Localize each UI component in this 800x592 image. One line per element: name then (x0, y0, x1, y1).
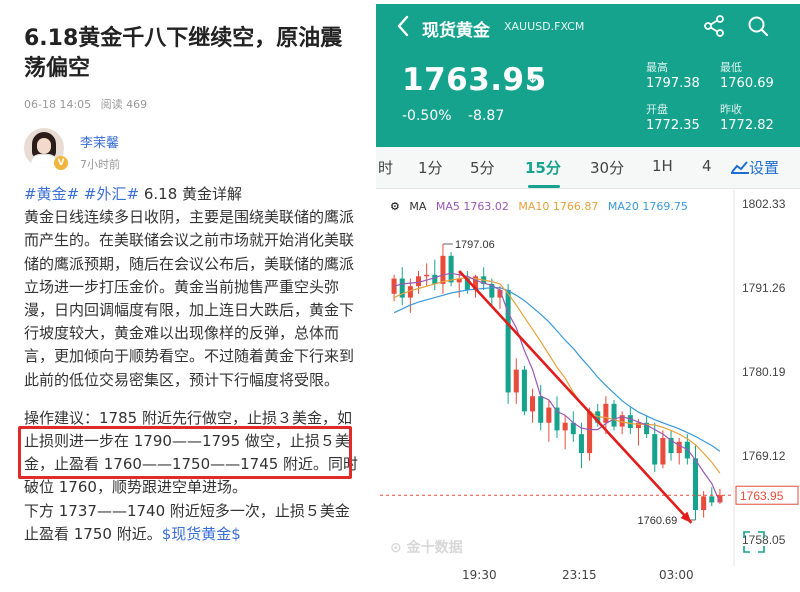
author-name[interactable]: 李茉馨 (80, 132, 119, 151)
current-price-tag-label: 1763.95 (740, 489, 784, 503)
change-absolute: -8.87 (468, 108, 505, 124)
watermark: ⊙ 金十数据 (390, 539, 463, 556)
open-label: 开盘 (646, 103, 668, 116)
quote-header: 现货黄金 XAUUSD.FXCM 1763.95 ↓ -0.50% -8.87 … (376, 4, 800, 147)
low-value: 1760.69 (720, 76, 774, 91)
candle-body (521, 369, 527, 412)
article-body: #黄金# #外汇# 6.18 黄金详解 黄金日线连续多日收阴，主要是围绕美联储的… (24, 183, 364, 546)
x-tick-0300: 03:00 (659, 568, 694, 582)
prev-close-label: 昨收 (720, 103, 742, 116)
current-price: 1763.95 (402, 62, 547, 98)
candle-body (676, 441, 682, 454)
search-icon[interactable] (746, 14, 770, 38)
candle-body (627, 415, 633, 429)
tab-15m[interactable]: 15分 (525, 157, 561, 178)
candle-body (546, 407, 552, 423)
candle-body (603, 403, 609, 423)
candle-body (505, 289, 511, 393)
prev-close-value: 1772.82 (720, 118, 774, 133)
tab-timeshare[interactable]: 时 (378, 157, 393, 178)
high-value: 1797.38 (646, 76, 700, 91)
author-time: 7小时前 (80, 158, 120, 171)
tab-4h[interactable]: 4 (702, 157, 712, 175)
y-tick-label: 1780.19 (742, 365, 786, 379)
candle-body (578, 434, 584, 454)
candle-body (424, 274, 430, 277)
x-tick-1930: 19:30 (462, 568, 497, 582)
highlight-box (18, 426, 352, 479)
candle-body (415, 276, 422, 287)
candle-body (432, 274, 438, 284)
chart-settings-button[interactable]: 设置 (731, 157, 779, 178)
instrument-title: 现货黄金 (422, 21, 490, 41)
article-date: 06-18 14:05 (24, 98, 92, 111)
y-tick-label: 1769.12 (742, 449, 786, 463)
candle-body (587, 411, 593, 454)
arrow-down-icon: ↓ (526, 68, 540, 87)
article-title: 6.18黄金千八下继续空，原油震荡偏空 (24, 26, 343, 81)
verified-badge-icon: V (54, 156, 68, 170)
candle-body (652, 434, 658, 465)
article-meta: 06-18 14:05 阅读 469 (24, 96, 153, 112)
candle-body (448, 255, 454, 283)
low-annotation: 1760.69 (637, 515, 677, 527)
candle-body (660, 437, 666, 465)
y-tick-label: 1802.33 (742, 197, 786, 211)
candle-body (538, 396, 544, 423)
instrument-symbol: XAUUSD.FXCM (504, 20, 585, 33)
candle-body (530, 396, 536, 412)
candle-body (513, 369, 519, 393)
tab-1m[interactable]: 1分 (418, 157, 443, 178)
high-label: 最高 (646, 61, 668, 74)
candlestick-chart[interactable]: 1802.331791.261780.191769.121758.05⊙ 金十数… (376, 190, 800, 566)
tab-5m[interactable]: 5分 (470, 157, 495, 178)
tab-1h[interactable]: 1H (652, 157, 673, 175)
candle-body (701, 496, 707, 511)
high-annotation: 1797.06 (455, 239, 495, 251)
open-value: 1772.35 (646, 118, 700, 133)
article-paragraph-1: 黄金日线连续多日收阴，主要是围绕美联储的鹰派而产生的。在美联储会议之前市场就开始… (24, 208, 355, 389)
share-icon[interactable] (702, 14, 726, 38)
candle-body (709, 496, 715, 503)
tab-30m[interactable]: 30分 (590, 157, 624, 178)
chevron-left-icon[interactable] (396, 14, 410, 44)
tag-spot-gold[interactable]: $现货黄金$ (162, 525, 241, 543)
low-label: 最低 (720, 61, 742, 74)
y-tick-label: 1791.26 (742, 281, 786, 295)
tag-gold[interactable]: #黄金# (24, 185, 79, 203)
settings-label: 设置 (749, 159, 780, 177)
ma5-line (393, 272, 721, 503)
tag-forex[interactable]: #外汇# (84, 185, 139, 203)
active-tab-indicator (528, 185, 560, 188)
article-reads: 阅读 469 (100, 98, 148, 111)
change-percent: -0.50% (402, 108, 452, 124)
trend-arrow-line (458, 270, 693, 524)
candle-body (611, 403, 617, 427)
candle-body (440, 255, 446, 284)
x-tick-2315: 23:15 (562, 568, 597, 582)
article-heading: 6.18 黄金详解 (143, 185, 243, 203)
candle-body (692, 458, 699, 511)
timeframe-tabs: 时 1分 5分 15分 30分 1H 4 设置 (376, 147, 800, 189)
candle-body (562, 422, 568, 431)
article-panel: 6.18黄金千八下继续空，原油震荡偏空 06-18 14:05 阅读 469 V… (0, 0, 370, 592)
quote-app: 现货黄金 XAUUSD.FXCM 1763.95 ↓ -0.50% -8.87 … (376, 4, 800, 592)
